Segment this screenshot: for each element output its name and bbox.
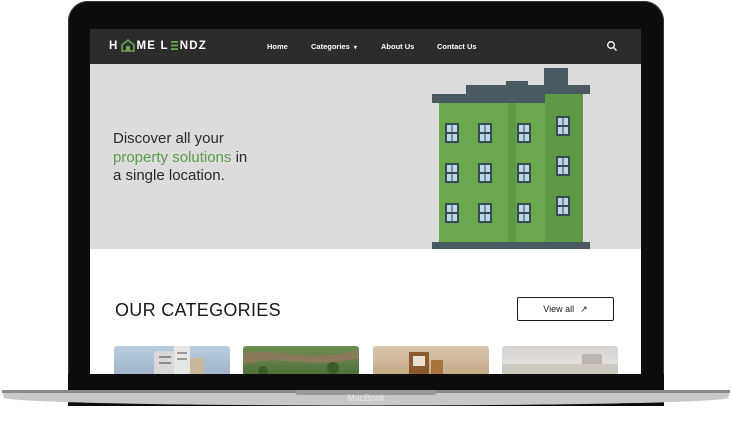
apartment-tower-image [154,346,204,374]
category-card-1[interactable] [114,346,230,374]
category-card-4[interactable] [502,346,618,374]
logo-text-ndz: NDZ [179,39,208,52]
nav-link-categories-label: Categories [311,42,350,51]
arrow-up-right-icon: ↗ [580,303,588,314]
hero-headline: Discover all your property solutions in … [113,130,247,186]
hero-line-3: a single location. [113,167,225,184]
building-illustration [432,68,590,250]
hero-accent-text: property solutions [113,148,232,166]
hero-line-2: property solutions in [113,149,247,168]
site-logo[interactable]: H ME L NDZ [109,39,207,52]
chevron-down-icon: ▾ [353,45,357,51]
category-card-2[interactable] [243,346,359,374]
search-icon[interactable] [606,40,618,52]
aerial-land-image [243,350,359,374]
nav-link-about[interactable]: About Us [381,42,414,51]
house-logo-icon [120,39,135,52]
macbook-label: MacBook [347,393,385,403]
categories-section: OUR CATEGORIES View all ↗ [90,249,641,374]
view-all-label: View all [543,304,575,314]
logo-text-h: H [109,39,119,52]
nav-link-contact[interactable]: Contact Us [437,42,477,51]
hero-line-2-rest: in [231,148,248,166]
logo-text-me-l: ME L [136,39,169,52]
nav-link-categories[interactable]: Categories ▾ [311,42,357,51]
interior-room-image [502,354,618,374]
keys-and-house-image [409,352,443,374]
categories-heading: OUR CATEGORIES [115,300,281,320]
nav-link-home[interactable]: Home [267,42,288,51]
view-all-button[interactable]: View all ↗ [517,297,614,321]
top-navbar: H ME L NDZ Home Categories ▾ About Us Co… [90,29,641,64]
hero-banner: Discover all your property solutions in … [90,64,641,250]
category-card-3[interactable] [373,346,489,374]
hero-line-1: Discover all your [113,130,224,147]
logo-e-mark-icon [170,41,178,50]
browser-screen: H ME L NDZ Home Categories ▾ About Us Co… [90,29,641,374]
